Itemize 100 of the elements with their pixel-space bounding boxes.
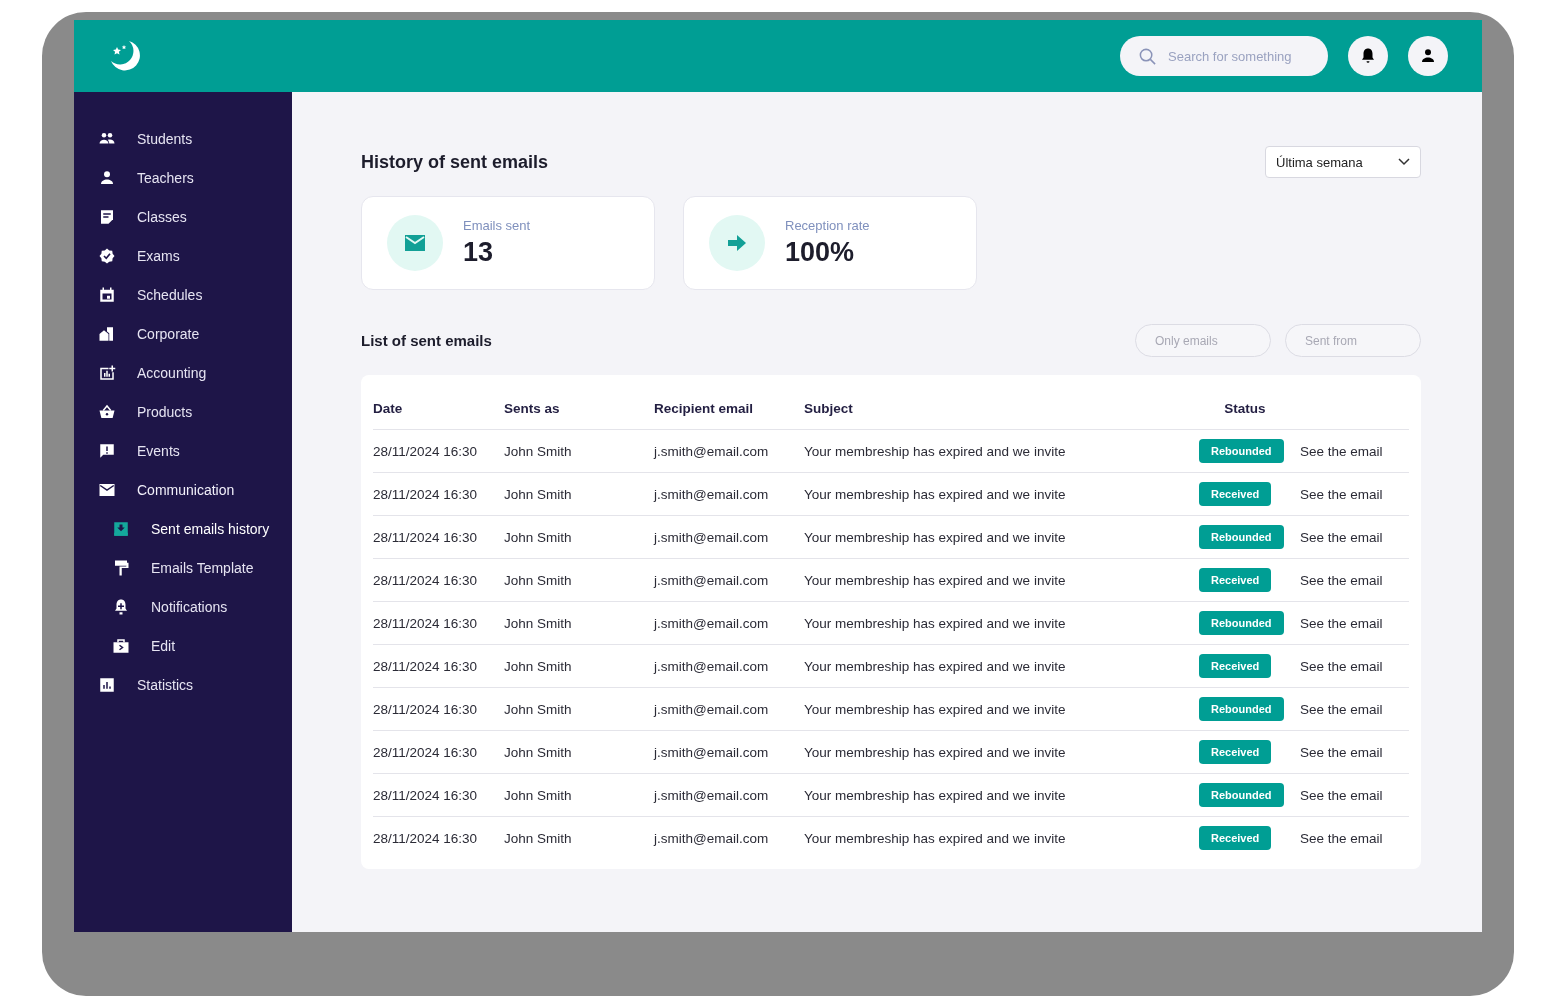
see-email-link[interactable]: See the email: [1300, 529, 1409, 545]
table-cell-text: j.smith@email.com: [654, 830, 770, 846]
stat-label: Emails sent: [463, 218, 531, 233]
bell-icon: [1359, 47, 1377, 65]
sidebar-item[interactable]: Teachers: [98, 158, 292, 197]
see-email-link[interactable]: See the email: [1300, 830, 1409, 846]
chat-alert-icon: [98, 441, 116, 460]
note-icon: [98, 207, 116, 226]
filter-field[interactable]: Sent from: [1285, 324, 1421, 357]
table-cell-text: Your membreship has expired and we invite: [804, 701, 1067, 717]
page-title: History of sent emails: [361, 151, 549, 173]
see-email-link[interactable]: See the email: [1300, 443, 1409, 459]
bar-chart-icon: [98, 675, 116, 694]
see-email-link[interactable]: See the email: [1300, 787, 1409, 803]
table-cell-text: Your membreship has expired and we invite: [804, 572, 1067, 588]
table-cell-text: 28/11/2024 16:30: [373, 615, 479, 631]
status-badge: Received: [1199, 482, 1272, 506]
status-badge: Rebounded: [1199, 783, 1284, 807]
status-badge: Received: [1199, 740, 1272, 764]
see-email-link[interactable]: See the email: [1300, 744, 1409, 760]
arrow-right-icon: [709, 215, 765, 271]
sidebar-item[interactable]: Events: [98, 431, 292, 470]
table-cell-text: John Smith: [504, 615, 573, 631]
see-email-link[interactable]: See the email: [1300, 701, 1409, 717]
column-header: Status: [1223, 400, 1267, 416]
sidebar-item[interactable]: Classes: [98, 197, 292, 236]
sidebar-item[interactable]: Corporate: [98, 314, 292, 353]
stat-value: 100%: [785, 237, 856, 268]
chart-plus-icon: [98, 363, 116, 382]
status-badge: Received: [1199, 826, 1272, 850]
column-header: Date: [373, 400, 404, 416]
table-cell-text: j.smith@email.com: [654, 658, 770, 674]
table-cell-text: j.smith@email.com: [654, 744, 770, 760]
table-cell-text: j.smith@email.com: [654, 615, 770, 631]
inbox-download-icon: [112, 519, 130, 538]
filter-field[interactable]: Only emails: [1135, 324, 1271, 357]
see-email-link[interactable]: See the email: [1300, 572, 1409, 588]
table-cell-text: j.smith@email.com: [654, 486, 770, 502]
search-field[interactable]: Search for something: [1120, 36, 1328, 76]
table-cell-text: John Smith: [504, 658, 573, 674]
table-cell-text: 28/11/2024 16:30: [373, 572, 479, 588]
sidebar-item[interactable]: Accounting: [98, 353, 292, 392]
table-cell-text: 28/11/2024 16:30: [373, 701, 479, 717]
briefcase-icon: [112, 636, 130, 655]
sidebar-item[interactable]: Exams: [98, 236, 292, 275]
table-cell-text: j.smith@email.com: [654, 443, 770, 459]
see-email-link[interactable]: See the email: [1300, 615, 1409, 631]
see-email-link[interactable]: See the email: [1300, 486, 1409, 502]
table-cell-text: j.smith@email.com: [654, 572, 770, 588]
table-cell-text: John Smith: [504, 701, 573, 717]
user-icon: [1419, 47, 1437, 65]
table-cell-text: Your membreship has expired and we invite: [804, 830, 1067, 846]
column-header: Subject: [804, 400, 854, 416]
table-cell-text: Your membreship has expired and we invite: [804, 615, 1067, 631]
status-badge: Rebounded: [1199, 611, 1284, 635]
column-header: Sents as: [504, 400, 561, 416]
sidebar-item[interactable]: Schedules: [98, 275, 292, 314]
building-icon: [98, 324, 116, 343]
check-badge-icon: [98, 246, 116, 265]
sidebar-subitem[interactable]: Edit: [98, 626, 292, 665]
table-cell-text: Your membreship has expired and we invite: [804, 486, 1067, 502]
section-title: List of sent emails: [361, 332, 492, 349]
table-cell-text: j.smith@email.com: [654, 529, 770, 545]
status-badge: Rebounded: [1199, 439, 1284, 463]
status-badge: Received: [1199, 568, 1272, 592]
table-cell-text: John Smith: [504, 486, 573, 502]
table-cell-text: Your membreship has expired and we invite: [804, 658, 1067, 674]
sidebar-subitem[interactable]: Sent emails history: [98, 509, 292, 548]
table-cell-text: 28/11/2024 16:30: [373, 744, 479, 760]
sidebar-item[interactable]: Products: [98, 392, 292, 431]
table-cell-text: Your membreship has expired and we invite: [804, 787, 1067, 803]
person-icon: [98, 168, 116, 187]
table-cell-text: John Smith: [504, 744, 573, 760]
sidebar-subitem[interactable]: Emails Template: [98, 548, 292, 587]
table-cell-text: Your membreship has expired and we invite: [804, 744, 1067, 760]
search-icon: [1138, 47, 1157, 66]
envelope-icon: [387, 215, 443, 271]
sidebar-item[interactable]: Statistics: [98, 665, 292, 704]
table-cell-text: John Smith: [504, 787, 573, 803]
sidebar-item[interactable]: Communication: [98, 470, 292, 509]
see-email-link[interactable]: See the email: [1300, 658, 1409, 674]
calendar-icon: [98, 285, 116, 304]
table-cell-text: 28/11/2024 16:30: [373, 443, 479, 459]
status-badge: Received: [1199, 654, 1272, 678]
column-header: Recipient email: [654, 400, 755, 416]
sidebar-subitem[interactable]: Notifications: [98, 587, 292, 626]
period-dropdown[interactable]: Última semana: [1265, 146, 1421, 178]
table-cell-text: John Smith: [504, 529, 573, 545]
table-cell-text: 28/11/2024 16:30: [373, 529, 479, 545]
table-cell-text: Your membreship has expired and we invite: [804, 529, 1067, 545]
notifications-button[interactable]: [1348, 36, 1388, 76]
stat-label: Reception rate: [785, 218, 870, 233]
sidebar-item[interactable]: Students: [98, 119, 292, 158]
table-cell-text: 28/11/2024 16:30: [373, 486, 479, 502]
stat-value: 13: [463, 237, 495, 268]
table-cell-text: Your membreship has expired and we invite: [804, 443, 1067, 459]
basket-icon: [98, 402, 116, 421]
profile-button[interactable]: [1408, 36, 1448, 76]
table-cell-text: John Smith: [504, 572, 573, 588]
table-cell-text: John Smith: [504, 443, 573, 459]
